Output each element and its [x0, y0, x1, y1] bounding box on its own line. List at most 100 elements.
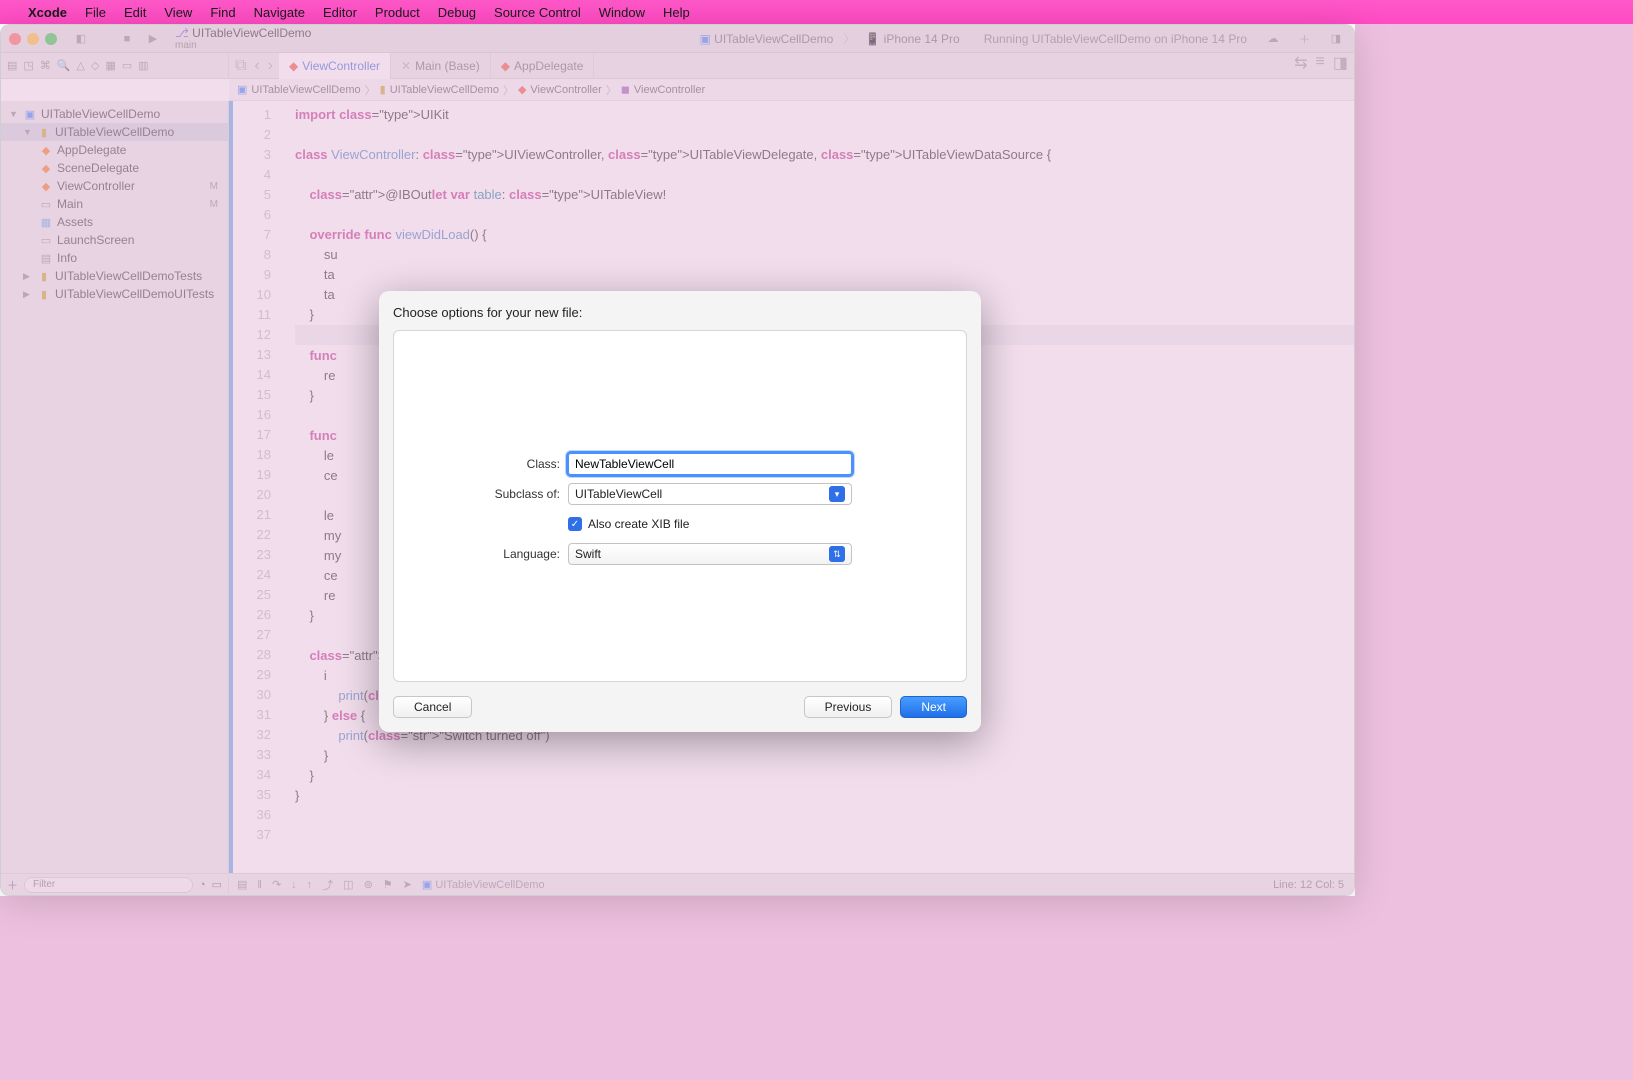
chevron-down-icon: ▾: [829, 486, 845, 502]
simulator-icon: 📱: [865, 32, 880, 46]
crumb-3[interactable]: ViewController: [634, 84, 705, 96]
add-editor-icon[interactable]: ＋: [1289, 31, 1320, 47]
location-icon[interactable]: ➤: [403, 878, 412, 891]
adjust-editor-icon[interactable]: ≡: [1316, 53, 1325, 78]
library-icon[interactable]: ◨: [1326, 32, 1346, 45]
project-navigator: ▼▣UITableViewCellDemo ▼▮UITableViewCellD…: [1, 101, 229, 873]
debug-target[interactable]: ▣ UITableViewCellDemo: [422, 878, 545, 891]
xcode-window: ◧ ■ ▶ ⎇ UITableViewCellDemo main ▣ UITab…: [0, 24, 1355, 896]
language-select[interactable]: Swift ⇅: [568, 543, 852, 565]
tab-appdelegate[interactable]: ◆AppDelegate: [491, 53, 595, 79]
issue-nav-icon[interactable]: △: [77, 59, 85, 72]
review-icon[interactable]: ⇆: [1294, 53, 1307, 78]
class-icon: ◼: [621, 83, 630, 96]
add-file-icon[interactable]: ＋: [7, 877, 18, 893]
app-icon: ▣: [422, 879, 432, 891]
tree-file-info[interactable]: ▤Info: [1, 249, 228, 267]
menu-find[interactable]: Find: [210, 5, 235, 20]
tree-folder[interactable]: ▼▮UITableViewCellDemo: [1, 123, 228, 141]
debug-toggle-icon[interactable]: ▤: [237, 878, 247, 891]
crumb-0[interactable]: UITableViewCellDemo: [251, 84, 360, 96]
menu-navigate[interactable]: Navigate: [254, 5, 305, 20]
menu-view[interactable]: View: [164, 5, 192, 20]
filter-scm-icon[interactable]: ▭: [212, 878, 222, 891]
activity-status: Running UITableViewCellDemo on iPhone 14…: [974, 32, 1257, 46]
navigator-filter-input[interactable]: [24, 877, 193, 893]
tree-folder-uitests[interactable]: ▶▮UITableViewCellDemoUITests: [1, 285, 228, 303]
menu-file[interactable]: File: [85, 5, 106, 20]
crumb-app-icon: ▣: [237, 83, 247, 96]
chevron-right-icon: 〉: [843, 30, 855, 47]
menu-product[interactable]: Product: [375, 5, 420, 20]
tab-main-base[interactable]: ✕Main (Base): [391, 53, 491, 79]
updown-icon: ⇅: [829, 546, 845, 562]
tree-file-scenedelegate[interactable]: ◆SceneDelegate: [1, 159, 228, 177]
branch-icon: ⎇: [175, 26, 189, 40]
report-nav-icon[interactable]: ▥: [138, 59, 148, 72]
window-toolbar: ◧ ■ ▶ ⎇ UITableViewCellDemo main ▣ UITab…: [1, 25, 1354, 53]
tree-file-launchscreen[interactable]: ▭LaunchScreen: [1, 231, 228, 249]
debug-pause-icon[interactable]: ‖: [257, 879, 262, 891]
project-nav-icon[interactable]: ▤: [7, 59, 17, 72]
menu-source-control[interactable]: Source Control: [494, 5, 581, 20]
menubar: Xcode File Edit View Find Navigate Edito…: [0, 0, 1633, 24]
menu-help[interactable]: Help: [663, 5, 690, 20]
language-value: Swift: [575, 547, 601, 561]
menu-debug[interactable]: Debug: [438, 5, 476, 20]
cancel-button[interactable]: Cancel: [393, 696, 472, 718]
folder-icon: ▮: [380, 83, 386, 96]
class-name-input[interactable]: [568, 453, 852, 475]
subclass-combobox[interactable]: UITableViewCell ▾: [568, 483, 852, 505]
previous-button[interactable]: Previous: [804, 696, 893, 718]
menu-app[interactable]: Xcode: [28, 5, 67, 20]
crumb-2[interactable]: ViewController: [530, 84, 601, 96]
step-out-icon[interactable]: ⤴: [322, 877, 333, 893]
memory-graph-icon[interactable]: ⊚: [364, 878, 373, 891]
window-minimize-icon[interactable]: [27, 33, 39, 45]
window-close-icon[interactable]: [9, 33, 21, 45]
tab-bar: ▤ ◳ ⌘ 🔍 △ ◇ ▦ ▭ ▥ ⧉ ‹ › ◆ViewController …: [1, 53, 1354, 79]
scheme-selector[interactable]: ▣ UITableViewCellDemo: [699, 32, 833, 46]
crumb-1[interactable]: UITableViewCellDemo: [390, 84, 499, 96]
project-title: UITableViewCellDemo: [192, 26, 311, 40]
symbol-nav-icon[interactable]: ⌘: [40, 59, 51, 72]
new-file-dialog: Choose options for your new file: Class:…: [379, 291, 981, 732]
menu-editor[interactable]: Editor: [323, 5, 357, 20]
tree-file-assets[interactable]: ▦Assets: [1, 213, 228, 231]
related-items-icon[interactable]: ⧉: [235, 57, 246, 75]
debug-nav-icon[interactable]: ▦: [105, 59, 115, 72]
stop-icon[interactable]: ■: [117, 33, 137, 45]
filter-recent-icon[interactable]: ◔: [199, 879, 206, 891]
dialog-title: Choose options for your new file:: [393, 305, 967, 320]
storyboard-icon: ✕: [401, 59, 411, 73]
subclass-value: UITableViewCell: [575, 487, 662, 501]
source-control-nav-icon[interactable]: ◳: [23, 59, 33, 72]
test-nav-icon[interactable]: ◇: [91, 59, 99, 72]
tree-root[interactable]: ▼▣UITableViewCellDemo: [1, 105, 228, 123]
menu-window[interactable]: Window: [599, 5, 645, 20]
xib-checkbox[interactable]: ✓: [568, 517, 582, 531]
tree-file-appdelegate[interactable]: ◆AppDelegate: [1, 141, 228, 159]
device-selector[interactable]: 📱 iPhone 14 Pro: [865, 32, 959, 46]
tree-file-viewcontroller[interactable]: ◆ViewControllerM: [1, 177, 228, 195]
view-debug-icon[interactable]: ◫: [343, 878, 353, 891]
step-over-icon[interactable]: ↓: [291, 879, 297, 891]
tree-folder-tests[interactable]: ▶▮UITableViewCellDemoTests: [1, 267, 228, 285]
nav-forward-icon[interactable]: ›: [268, 57, 273, 75]
cloud-icon[interactable]: ☁︎: [1263, 32, 1283, 45]
find-nav-icon[interactable]: 🔍: [57, 59, 71, 72]
breakpoint-nav-icon[interactable]: ▭: [122, 59, 132, 72]
env-override-icon[interactable]: ⚑: [383, 878, 393, 891]
breadcrumb: ▣ UITableViewCellDemo〉 ▮ UITableViewCell…: [229, 79, 1354, 101]
next-button[interactable]: Next: [900, 696, 967, 718]
tab-viewcontroller[interactable]: ◆ViewController: [279, 53, 391, 79]
run-icon[interactable]: ▶: [143, 32, 163, 45]
tree-file-main[interactable]: ▭MainM: [1, 195, 228, 213]
nav-back-icon[interactable]: ‹: [254, 57, 259, 75]
menu-edit[interactable]: Edit: [124, 5, 146, 20]
window-zoom-icon[interactable]: [45, 33, 57, 45]
debug-continue-icon[interactable]: ↷: [272, 878, 281, 891]
step-into-icon[interactable]: ↑: [307, 879, 313, 891]
sidebar-toggle-icon[interactable]: ◧: [71, 32, 91, 45]
inspectors-toggle-icon[interactable]: ◨: [1333, 53, 1348, 78]
